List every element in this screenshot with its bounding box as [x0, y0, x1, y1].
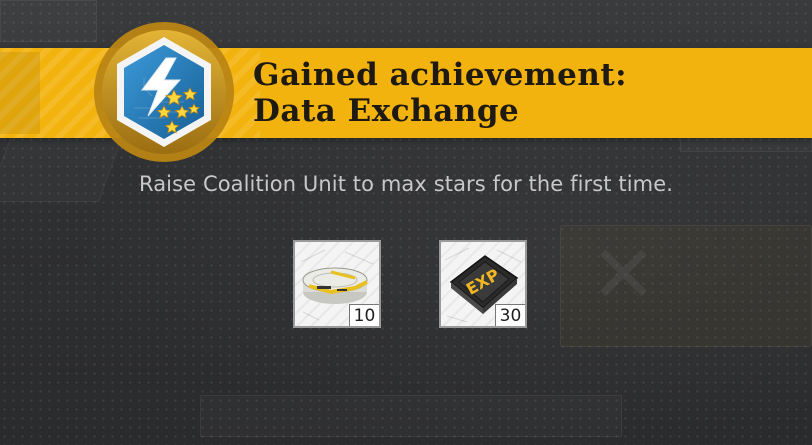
achievement-badge	[94, 18, 234, 166]
reward-count: 30	[495, 304, 525, 326]
lightning-stars-icon	[94, 22, 234, 162]
banner-left-cap	[0, 52, 40, 134]
reward-item[interactable]: EXP 30	[439, 240, 527, 328]
background-panel	[0, 0, 97, 42]
achievement-description: Raise Coalition Unit to max stars for th…	[138, 172, 674, 196]
achievement-title: Gained achievement: Data Exchange	[253, 57, 627, 129]
reward-count: 10	[349, 304, 379, 326]
achievement-title-line1: Gained achievement:	[253, 57, 628, 93]
achievement-name: Data Exchange	[253, 93, 520, 129]
background-x-mark: ✕	[590, 228, 658, 321]
reward-item[interactable]: 10	[293, 240, 381, 328]
background-panel	[200, 395, 622, 437]
